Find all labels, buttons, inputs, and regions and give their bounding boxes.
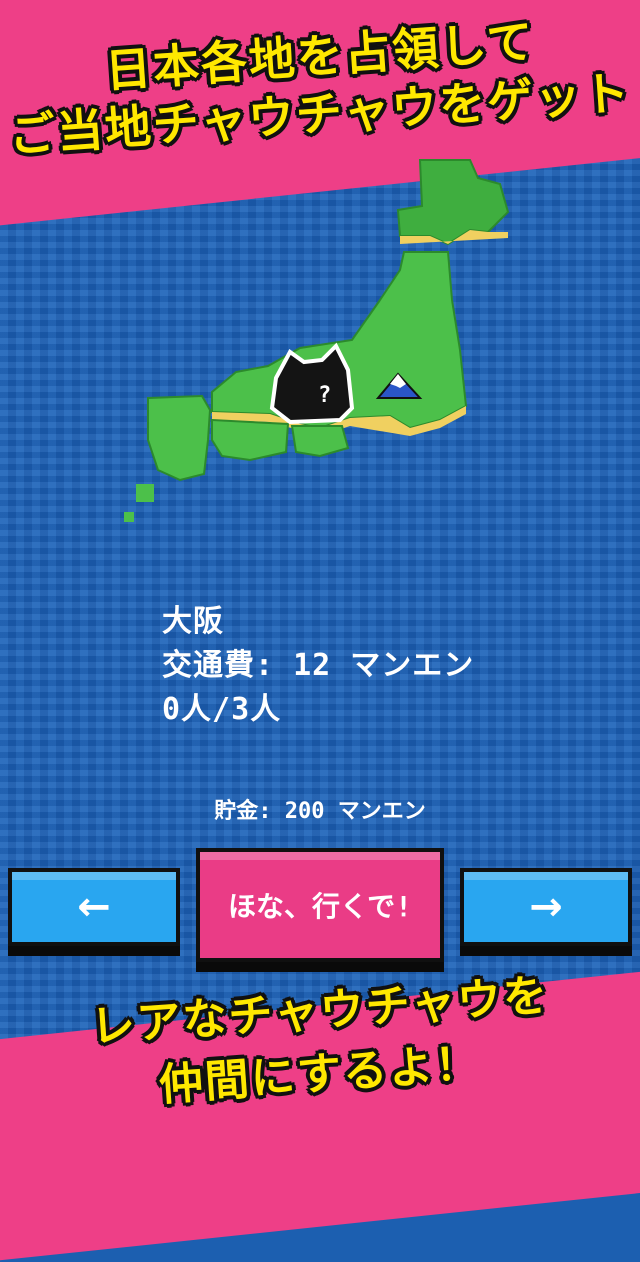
japan-map: ? <box>124 159 510 522</box>
hokkaido-island <box>396 159 510 246</box>
go-button[interactable]: ほな、行くで! <box>196 848 444 962</box>
next-destination-button[interactable]: → <box>460 868 632 946</box>
arrow-left-icon: ← <box>77 884 111 930</box>
travel-fare: 交通費: 12 マンエン <box>162 648 475 683</box>
previous-destination-button[interactable]: ← <box>8 868 180 946</box>
destination-city: 大阪 <box>162 604 224 639</box>
mystery-marker-label: ? <box>318 383 331 408</box>
destination-info: 大阪 交通費: 12 マンエン 0人/3人 <box>162 600 474 732</box>
arrow-right-icon: → <box>529 884 563 930</box>
go-button-label: ほな、行くで! <box>227 890 413 923</box>
small-island <box>124 512 134 522</box>
savings-display: 貯金: 200 マンエン <box>214 799 426 824</box>
shikoku-island <box>290 425 350 458</box>
party-count: 0人/3人 <box>162 692 282 727</box>
small-island <box>136 484 154 502</box>
